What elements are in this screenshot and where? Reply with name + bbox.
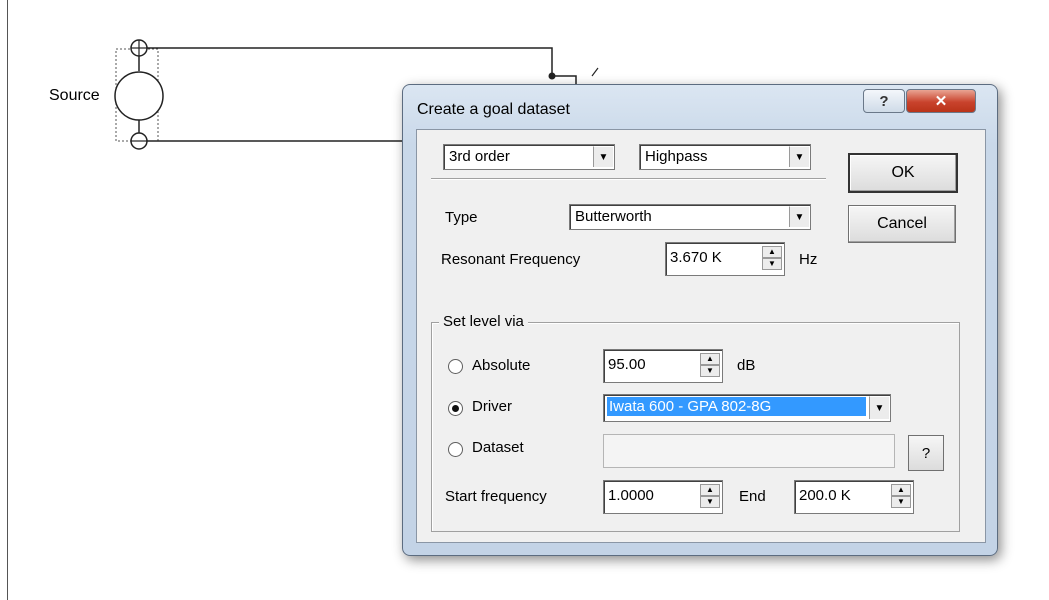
filter-type-select[interactable]: Highpass ▼ — [639, 144, 811, 170]
close-button[interactable]: ✕ — [906, 89, 976, 113]
start-frequency-input[interactable]: 1.0000 ▲ ▼ — [603, 480, 723, 514]
resonant-unit-label: Hz — [799, 251, 818, 268]
goal-dataset-dialog: Create a goal dataset ? ✕ 3rd order ▼ Hi… — [402, 84, 998, 556]
chevron-down-icon[interactable]: ▼ — [789, 146, 809, 167]
absolute-level-input[interactable]: 95.00 ▲ ▼ — [603, 349, 723, 383]
absolute-radio[interactable] — [448, 359, 463, 374]
alignment-type-select[interactable]: Butterworth ▼ — [569, 204, 811, 230]
dataset-radio[interactable] — [448, 442, 463, 457]
spin-up-icon[interactable]: ▲ — [700, 353, 720, 365]
spinner: ▲ ▼ — [700, 353, 720, 377]
end-frequency-label: End — [739, 488, 766, 505]
cancel-button-label: Cancel — [877, 215, 927, 232]
driver-select[interactable]: Iwata 600 - GPA 802-8G ▼ — [603, 394, 891, 422]
set-level-group-title: Set level via — [439, 313, 528, 330]
help-icon: ? — [879, 92, 889, 110]
dataset-browse-button[interactable]: ? — [908, 435, 944, 471]
filter-type-select-value: Highpass — [645, 148, 708, 165]
wire-top — [147, 47, 553, 76]
spin-down-icon[interactable]: ▼ — [700, 365, 720, 377]
absolute-unit-label: dB — [737, 357, 756, 374]
spin-down-icon[interactable]: ▼ — [762, 258, 782, 270]
start-frequency-label: Start frequency — [445, 488, 547, 505]
end-frequency-value: 200.0 K — [799, 487, 851, 504]
spin-up-icon[interactable]: ▲ — [762, 246, 782, 258]
alignment-type-value: Butterworth — [575, 208, 652, 225]
spin-down-icon[interactable]: ▼ — [891, 496, 911, 508]
absolute-level-value: 95.00 — [608, 356, 646, 373]
type-label: Type — [445, 209, 478, 226]
resonant-frequency-label: Resonant Frequency — [441, 251, 581, 268]
spinner: ▲ ▼ — [762, 246, 782, 270]
dialog-title: Create a goal dataset — [417, 101, 570, 118]
order-select-value: 3rd order — [449, 148, 510, 165]
dialog-client-area: 3rd order ▼ Highpass ▼ OK Cancel Type Bu… — [416, 129, 986, 543]
source-label: Source — [49, 87, 100, 104]
chevron-down-icon[interactable]: ▼ — [789, 206, 809, 227]
question-icon: ? — [921, 444, 931, 462]
absolute-label: Absolute — [472, 357, 531, 374]
driver-label: Driver — [472, 398, 512, 415]
driver-radio[interactable] — [448, 401, 463, 416]
order-select[interactable]: 3rd order ▼ — [443, 144, 615, 170]
cancel-button[interactable]: Cancel — [848, 205, 956, 243]
spin-down-icon[interactable]: ▼ — [700, 496, 720, 508]
spin-up-icon[interactable]: ▲ — [700, 484, 720, 496]
spinner: ▲ ▼ — [700, 484, 720, 508]
spinner: ▲ ▼ — [891, 484, 911, 508]
dataset-label: Dataset — [472, 439, 524, 456]
chevron-down-icon[interactable]: ▼ — [593, 146, 613, 167]
spin-up-icon[interactable]: ▲ — [891, 484, 911, 496]
source-symbol — [114, 71, 164, 121]
close-icon: ✕ — [934, 93, 948, 110]
driver-select-value: Iwata 600 - GPA 802-8G — [607, 397, 866, 416]
end-frequency-input[interactable]: 200.0 K ▲ ▼ — [794, 480, 914, 514]
ok-button-label: OK — [891, 164, 915, 181]
chevron-down-icon[interactable]: ▼ — [869, 396, 889, 419]
start-frequency-value: 1.0000 — [608, 487, 654, 504]
dataset-field — [603, 434, 895, 468]
resonant-frequency-value: 3.670 K — [670, 249, 722, 266]
resonant-frequency-input[interactable]: 3.670 K ▲ ▼ — [665, 242, 785, 276]
help-button[interactable]: ? — [863, 89, 905, 113]
separator — [431, 178, 826, 180]
ok-button[interactable]: OK — [848, 153, 958, 193]
